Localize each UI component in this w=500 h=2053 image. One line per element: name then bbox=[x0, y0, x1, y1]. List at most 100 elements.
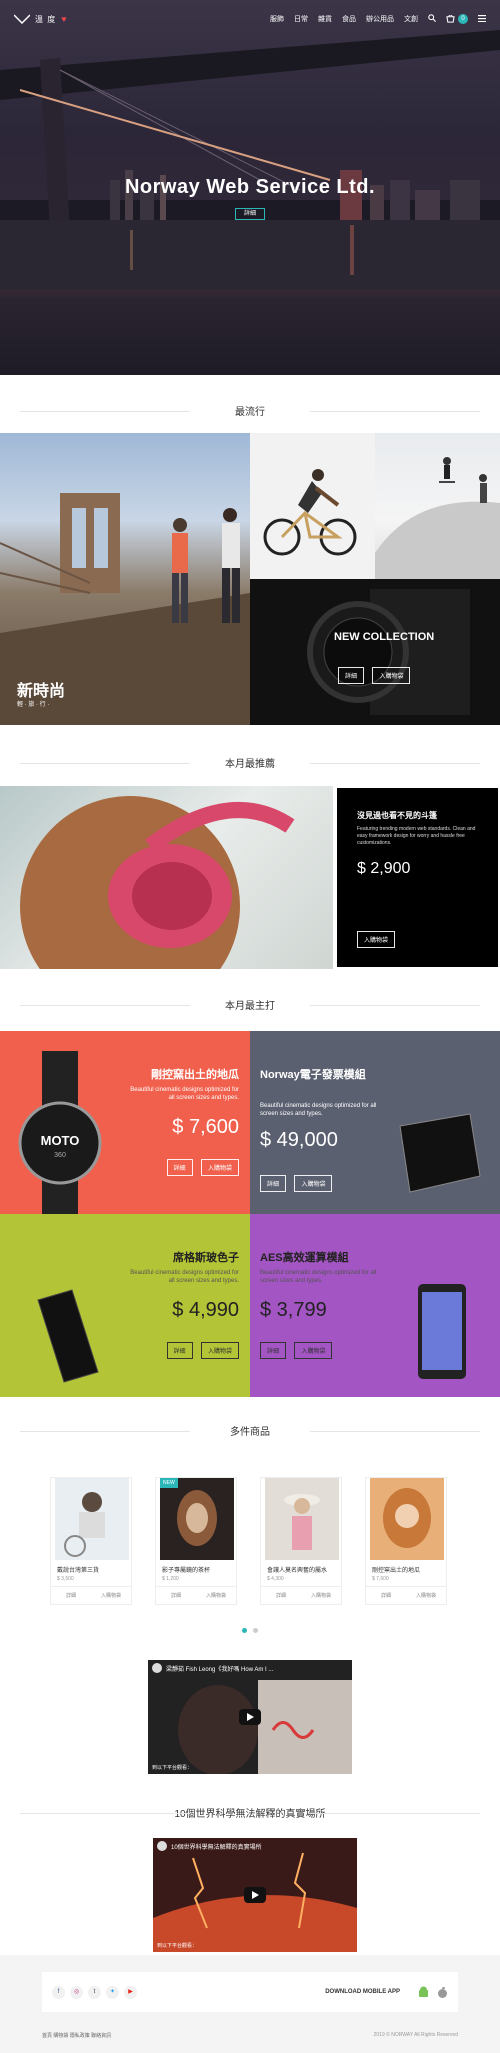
headphones-image bbox=[20, 796, 295, 969]
main-menu: 服飾 日常 雜貨 食品 辦公用品 文創 0 bbox=[270, 14, 486, 24]
search-icon[interactable] bbox=[428, 14, 436, 24]
product-price: $ 7,600 bbox=[372, 1576, 389, 1582]
product-name[interactable]: 剛控窯出土的地瓜 bbox=[372, 1565, 420, 1574]
carousel-dot[interactable] bbox=[253, 1628, 258, 1633]
video-2-title[interactable]: 10個世界科學無法解釋的真實場所 bbox=[171, 1842, 262, 1851]
feature-price-1: $ 49,000 bbox=[260, 1129, 338, 1151]
facebook-icon[interactable]: f bbox=[52, 1986, 65, 1999]
menu-item-clothing[interactable]: 服飾 bbox=[270, 14, 284, 24]
popular-main-tile[interactable]: 新時尚 輕 · 旅 · 行 · bbox=[0, 433, 250, 725]
product-card[interactable]: 剛控窯出土的地瓜 $ 7,600 詳細 入購物袋 bbox=[365, 1477, 447, 1605]
popular-main-subtitle: 輕 · 旅 · 行 · bbox=[17, 702, 50, 708]
hero-detail-button[interactable]: 詳細 bbox=[235, 208, 265, 220]
twitter-icon[interactable]: ✦ bbox=[106, 1986, 119, 1999]
product-name[interactable]: 影子專屬鏡的茶杯 bbox=[162, 1565, 210, 1574]
product-buy-button[interactable]: 入購物袋 bbox=[406, 1587, 446, 1604]
product-image bbox=[55, 1478, 129, 1560]
footer: f ◎ t ✦ ▶ DOWNLOAD MOBILE APP 首頁 購物袋 隱私政… bbox=[0, 1955, 500, 2053]
recommend-buy-button[interactable]: 入購物袋 bbox=[357, 931, 396, 948]
product-buy-button[interactable]: 入購物袋 bbox=[91, 1587, 131, 1604]
menu-item-office[interactable]: 辦公用品 bbox=[366, 14, 394, 24]
video-player-2[interactable]: 10個世界科學無法解釋的真實場所 到以下平台觀看： bbox=[153, 1838, 357, 1952]
headphones-image-tile[interactable] bbox=[0, 786, 333, 969]
recommend-price: $ 2,900 bbox=[357, 860, 411, 877]
menu-item-goods[interactable]: 雜貨 bbox=[318, 14, 332, 24]
feature-actions-1: 詳細 入購物袋 bbox=[260, 1173, 336, 1192]
apple-icon[interactable] bbox=[436, 1986, 449, 1999]
feature-buy-button-2[interactable]: 入購物袋 bbox=[200, 1342, 239, 1359]
recommend-desc: Featuring trending modern web standards.… bbox=[357, 826, 476, 846]
feature-tile-invoice[interactable]: Norway電子發票模組 Beautiful cinematic designs… bbox=[250, 1031, 500, 1214]
cyclist-image bbox=[263, 469, 357, 556]
feature-desc-1: Beautiful cinematic designs optimized fo… bbox=[260, 1103, 377, 1118]
menu-item-daily[interactable]: 日常 bbox=[294, 14, 308, 24]
video-1-watch-on: 到以下平台觀看： bbox=[152, 1765, 193, 1771]
skater-tile[interactable] bbox=[375, 433, 500, 579]
product-detail-button[interactable]: 詳細 bbox=[366, 1587, 406, 1604]
feature-price-0: $ 7,600 bbox=[172, 1116, 239, 1138]
product-price: $ 4,300 bbox=[267, 1576, 284, 1582]
product-card[interactable]: NEW 影子專屬鏡的茶杯 $ 1,200 詳細 入購物袋 bbox=[155, 1477, 237, 1605]
social-links: f ◎ t ✦ ▶ bbox=[52, 1986, 137, 1999]
product-price: $ 1,200 bbox=[162, 1576, 179, 1582]
feature-tile-boson[interactable]: 席格斯玻色子 Beautiful cinematic designs optim… bbox=[0, 1214, 250, 1397]
youtube-icon[interactable]: ▶ bbox=[124, 1986, 137, 1999]
svg-text:MOTO: MOTO bbox=[41, 1133, 80, 1148]
feature-desc-2: Beautiful cinematic designs optimized fo… bbox=[130, 1270, 239, 1285]
footer-links[interactable]: 首頁 購物袋 隱私政策 聯絡資訊 bbox=[42, 2032, 111, 2039]
menu-item-creative[interactable]: 文創 bbox=[404, 14, 418, 24]
city-bridge-image bbox=[0, 30, 500, 290]
new-collection-tile[interactable]: NEW COLLECTION 詳細 入購物袋 bbox=[250, 579, 500, 725]
logo[interactable]: 溫 度 ♥ bbox=[14, 14, 68, 25]
feature-title-0: 剛控窯出土的地瓜 bbox=[151, 1069, 239, 1081]
cart-button[interactable]: 0 bbox=[446, 14, 468, 24]
collection-buy-button[interactable]: 入購物袋 bbox=[372, 667, 411, 684]
cyclist-tile[interactable] bbox=[250, 433, 375, 579]
instagram-icon[interactable]: ◎ bbox=[70, 1986, 83, 1999]
collection-detail-button[interactable]: 詳細 bbox=[338, 667, 365, 684]
feature-detail-button-0[interactable]: 詳細 bbox=[166, 1159, 193, 1176]
top-nav: 溫 度 ♥ 服飾 日常 雜貨 食品 辦公用品 文創 0 bbox=[0, 0, 500, 38]
feature-detail-button-3[interactable]: 詳細 bbox=[260, 1342, 287, 1359]
play-button-icon[interactable] bbox=[239, 1709, 261, 1725]
feature-tile-aes[interactable]: AES高效運算模組 Beautiful cinematic designs op… bbox=[250, 1214, 500, 1397]
video-player-1[interactable]: 梁靜茹 Fish Leong《我好嗎 How Am I ... 到以下平台觀看： bbox=[148, 1660, 352, 1774]
video-1-title[interactable]: 梁靜茹 Fish Leong《我好嗎 How Am I ... bbox=[166, 1664, 273, 1673]
feature-tile-sweetpotato[interactable]: MOTO 360 剛控窯出土的地瓜 Beautiful cinematic de… bbox=[0, 1031, 250, 1214]
channel-avatar bbox=[157, 1841, 167, 1851]
android-icon[interactable] bbox=[417, 1986, 430, 1999]
feature-detail-button-2[interactable]: 詳細 bbox=[166, 1342, 193, 1359]
svg-text:360: 360 bbox=[54, 1152, 66, 1159]
product-name[interactable]: 會讓人莫名興奮的屬水 bbox=[267, 1565, 327, 1574]
product-name[interactable]: 戴說台灣第三貨 bbox=[57, 1565, 99, 1574]
tumblr-icon[interactable]: t bbox=[88, 1986, 101, 1999]
feature-detail-button-1[interactable]: 詳細 bbox=[260, 1175, 287, 1192]
product-buy-button[interactable]: 入購物袋 bbox=[196, 1587, 236, 1604]
feature-actions-3: 詳細 入購物袋 bbox=[260, 1340, 336, 1359]
recommend-title: 沒見過也看不見的斗篷 bbox=[357, 811, 437, 820]
feature-desc-0: Beautiful cinematic designs optimized fo… bbox=[130, 1087, 239, 1102]
hamburger-menu-icon[interactable] bbox=[478, 14, 486, 24]
menu-item-food[interactable]: 食品 bbox=[342, 14, 356, 24]
product-buy-button[interactable]: 入購物袋 bbox=[301, 1587, 341, 1604]
carousel-dots bbox=[242, 1628, 258, 1633]
cart-icon bbox=[446, 15, 455, 23]
feature-buy-button-3[interactable]: 入購物袋 bbox=[294, 1342, 333, 1359]
phablet-image bbox=[418, 1284, 466, 1379]
popular-main-title: 新時尚 bbox=[17, 683, 66, 700]
product-detail-button[interactable]: 詳細 bbox=[156, 1587, 196, 1604]
product-detail-button[interactable]: 詳細 bbox=[261, 1587, 301, 1604]
feature-buy-button-1[interactable]: 入購物袋 bbox=[294, 1175, 333, 1192]
product-image bbox=[160, 1478, 234, 1560]
feature-buy-button-0[interactable]: 入購物袋 bbox=[200, 1159, 239, 1176]
hero-title: Norway Web Service Ltd. bbox=[124, 176, 376, 198]
section-title-video: 10個世界科學無法解釋的真實場所 bbox=[0, 1805, 500, 1820]
section-title-feature: 本月最主打 bbox=[0, 997, 500, 1012]
product-card[interactable]: 戴說台灣第三貨 $ 3,500 詳細 入購物袋 bbox=[50, 1477, 132, 1605]
product-detail-button[interactable]: 詳細 bbox=[51, 1587, 91, 1604]
play-button-icon[interactable] bbox=[244, 1887, 266, 1903]
carousel-dot-active[interactable] bbox=[242, 1628, 247, 1633]
feature-title-3: AES高效運算模組 bbox=[260, 1252, 349, 1264]
feature-title-2: 席格斯玻色子 bbox=[173, 1252, 239, 1264]
product-card[interactable]: 會讓人莫名興奮的屬水 $ 4,300 詳細 入購物袋 bbox=[260, 1477, 342, 1605]
